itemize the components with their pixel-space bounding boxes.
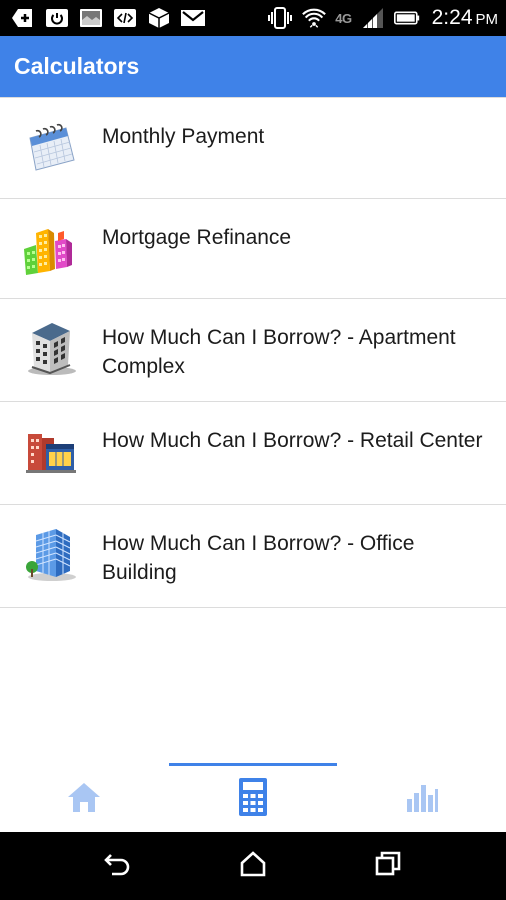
signal-icon [360, 5, 386, 31]
calculator-label: Mortgage Refinance [102, 226, 292, 249]
recents-button[interactable] [368, 846, 408, 886]
wifi-icon [301, 5, 327, 31]
add-notification-icon [10, 5, 36, 31]
calculator-label: Monthly Payment [102, 125, 265, 148]
system-navigation-bar [0, 832, 506, 900]
image-icon [78, 5, 104, 31]
battery-icon [393, 5, 420, 31]
home-icon [67, 781, 101, 818]
calculator-icon [238, 777, 268, 822]
power-icon [44, 5, 70, 31]
apartment-building-icon [22, 319, 80, 377]
clock: 2:24 PM [431, 6, 498, 29]
tab-calculators[interactable] [169, 766, 337, 832]
retail-center-icon [22, 422, 80, 480]
buildings-icon [22, 219, 80, 277]
calculator-label: How Much Can I Borrow? - Office Building [102, 532, 415, 584]
list-item-apartment-complex[interactable]: How Much Can I Borrow? - Apartment Compl… [0, 299, 506, 402]
bottom-tab-bar [0, 762, 506, 832]
tab-home[interactable] [0, 766, 168, 832]
status-bar: 4G 2:24 PM [0, 0, 506, 36]
calculator-list: Monthly Payment Mortgage Refinance How M… [0, 97, 506, 608]
status-bar-notifications [10, 5, 206, 31]
calendar-icon [22, 118, 80, 176]
page-title: Calculators [14, 53, 140, 79]
home-outline-icon [239, 850, 267, 883]
home-button[interactable] [233, 846, 273, 886]
gmail-icon [180, 5, 206, 31]
recents-icon [374, 850, 402, 883]
calculator-label: How Much Can I Borrow? - Retail Center [102, 429, 483, 452]
code-icon [112, 5, 138, 31]
list-item-monthly-payment[interactable]: Monthly Payment [0, 97, 506, 199]
list-item-mortgage-refinance[interactable]: Mortgage Refinance [0, 199, 506, 299]
list-item-office-building[interactable]: How Much Can I Borrow? - Office Building [0, 505, 506, 608]
tab-stats[interactable] [338, 766, 506, 832]
app-bar: Calculators [0, 36, 506, 97]
status-bar-system: 4G 2:24 PM [267, 5, 498, 31]
vibrate-icon [267, 5, 293, 31]
bar-chart-icon [405, 781, 439, 818]
calculator-label: How Much Can I Borrow? - Apartment Compl… [102, 326, 456, 378]
list-item-retail-center[interactable]: How Much Can I Borrow? - Retail Center [0, 402, 506, 505]
dropbox-icon [146, 5, 172, 31]
office-building-icon [22, 525, 80, 583]
back-button[interactable] [98, 846, 138, 886]
back-icon [103, 851, 133, 882]
network-type: 4G [335, 10, 352, 26]
